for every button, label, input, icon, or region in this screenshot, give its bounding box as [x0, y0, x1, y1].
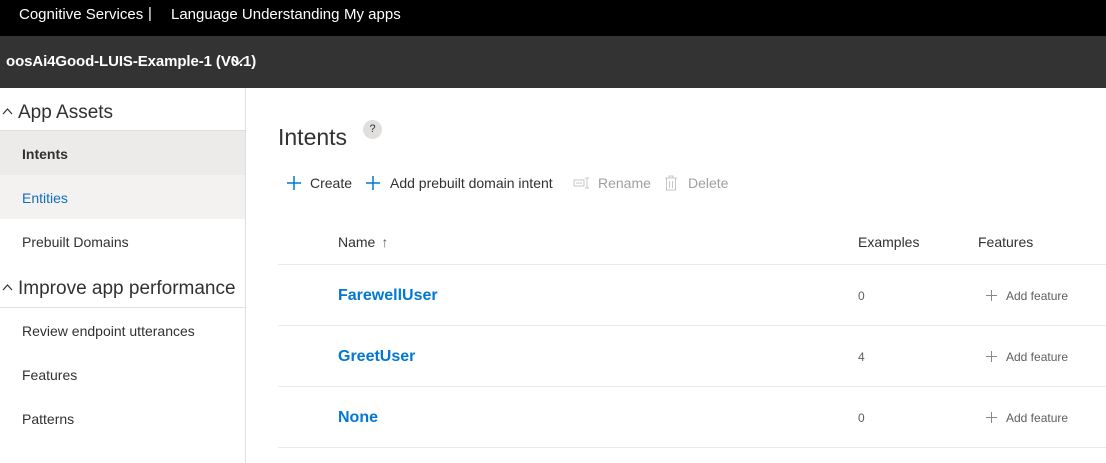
chevron-down-icon[interactable]	[231, 56, 245, 66]
app-name-selector[interactable]: oosAi4Good-LUIS-Example-1 (V0.1)	[6, 53, 256, 70]
plus-icon	[986, 351, 997, 362]
chevron-up-icon	[2, 108, 13, 115]
rename-button[interactable]: Rename	[573, 172, 653, 194]
plus-icon	[366, 176, 380, 190]
create-label: Create	[310, 175, 353, 191]
plus-icon	[986, 412, 997, 423]
delete-button[interactable]: Delete	[664, 172, 734, 194]
delete-label: Delete	[688, 175, 729, 191]
trash-icon	[665, 175, 677, 191]
section-header-app-assets[interactable]: App Assets	[0, 90, 245, 134]
sort-ascending-icon: ↑	[381, 234, 389, 250]
sidebar-item-label: Prebuilt Domains	[22, 234, 129, 250]
sidebar-item-intents[interactable]: Intents	[0, 131, 245, 175]
add-feature-label: Add feature	[1006, 411, 1069, 425]
column-header-examples[interactable]: Examples	[858, 234, 919, 250]
intent-name-link[interactable]: FarewellUser	[338, 287, 438, 305]
intent-name-link[interactable]: None	[338, 409, 378, 427]
add-feature-label: Add feature	[1006, 289, 1069, 303]
sidebar-item-features[interactable]: Features	[0, 352, 245, 396]
sidebar-item-label: Features	[22, 367, 78, 383]
add-prebuilt-domain-intent-button[interactable]: Add prebuilt domain intent	[365, 172, 561, 194]
add-prebuilt-label: Add prebuilt domain intent	[390, 175, 553, 191]
page-title: Intents	[278, 124, 348, 150]
create-button[interactable]: Create	[286, 172, 352, 194]
section-label: App Assets	[18, 102, 114, 123]
sidebar-item-patterns[interactable]: Patterns	[0, 396, 245, 440]
top-nav-bar: Cognitive Services | Language Understand…	[0, 0, 1106, 36]
sidebar-item-label: Intents	[22, 146, 68, 162]
sidebar-item-label: Patterns	[22, 411, 75, 427]
sidebar-item-label: Entities	[22, 190, 68, 206]
chevron-up-icon	[2, 284, 13, 291]
sidebar-item-label: Review endpoint utterances	[22, 323, 195, 339]
nav-my-apps[interactable]: My apps	[344, 6, 401, 24]
sidebar: App Assets Intents Entities Prebuilt Dom…	[0, 88, 246, 463]
table-row: GreetUser 4 Add feature	[278, 326, 1106, 387]
rename-label: Rename	[598, 175, 651, 191]
examples-count: 0	[858, 289, 865, 303]
examples-count: 0	[858, 411, 865, 425]
app-bar: oosAi4Good-LUIS-Example-1 (V0.1)	[0, 36, 1106, 88]
help-icon[interactable]: ?	[363, 120, 382, 139]
column-header-features[interactable]: Features	[978, 234, 1033, 250]
rename-icon	[573, 177, 589, 189]
column-header-name-label: Name	[338, 234, 376, 250]
nav-cognitive-services[interactable]: Cognitive Services	[19, 6, 143, 24]
table-row: FarewellUser 0 Add feature	[278, 265, 1106, 326]
column-header-name[interactable]: Name ↑	[338, 234, 388, 250]
main-content: Intents ? Create Add prebuilt domain int…	[246, 88, 1106, 463]
table-row: None 0 Add feature	[278, 387, 1106, 448]
sidebar-item-entities[interactable]: Entities	[0, 175, 245, 219]
nav-separator: |	[148, 5, 152, 22]
nav-language-understanding[interactable]: Language Understanding	[171, 6, 339, 24]
section-header-improve-app-performance[interactable]: Improve app performance	[0, 266, 245, 310]
section-label: Improve app performance	[18, 278, 236, 299]
sidebar-item-prebuilt-domains[interactable]: Prebuilt Domains	[0, 219, 245, 263]
intent-name-link[interactable]: GreetUser	[338, 348, 415, 366]
plus-icon	[287, 176, 301, 190]
add-feature-label: Add feature	[1006, 350, 1069, 364]
plus-icon	[986, 290, 997, 301]
sidebar-item-review-endpoint-utterances[interactable]: Review endpoint utterances	[0, 308, 245, 352]
examples-count: 4	[858, 350, 865, 364]
table-header: Name ↑ Examples Features	[278, 220, 1106, 265]
